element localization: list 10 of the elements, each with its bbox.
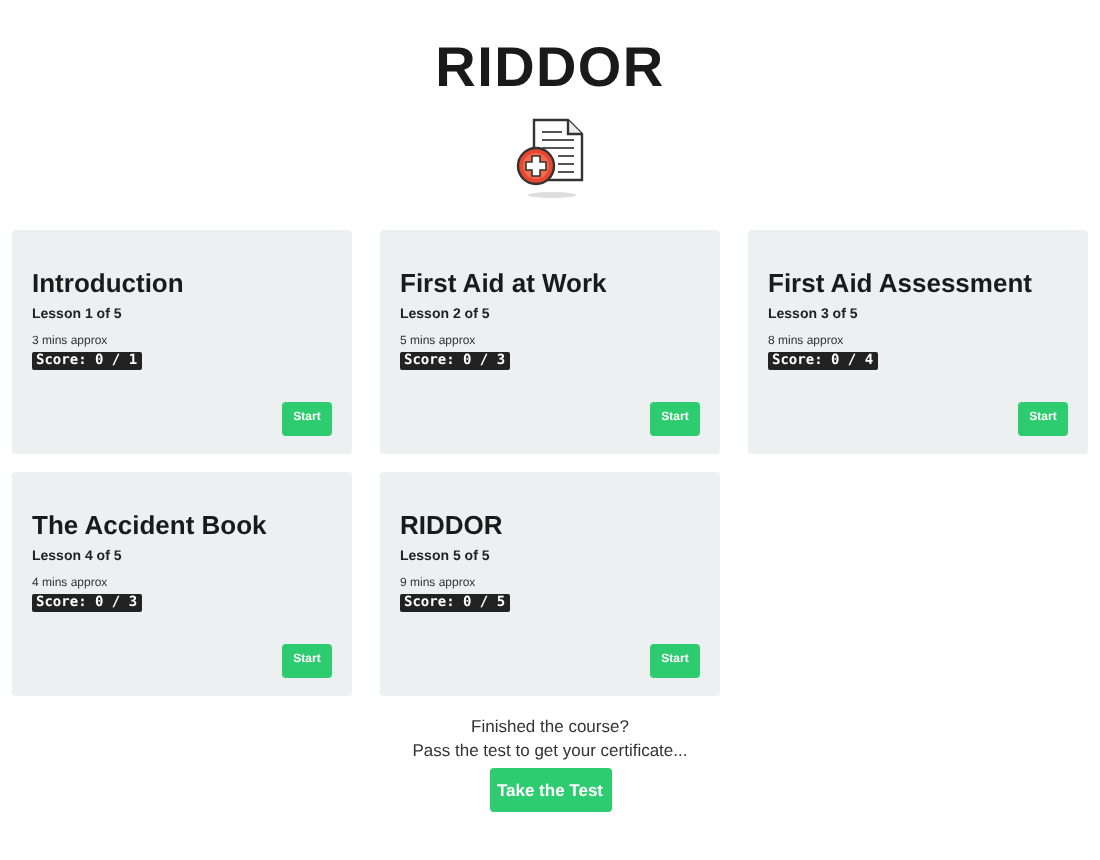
footer-prompt: Pass the test to get your certificate... [412,738,688,762]
lesson-title: RIDDOR [400,510,505,542]
footer-question: Finished the course? [471,714,629,738]
lesson-title: The Accident Book [32,510,269,542]
lesson-title: First Aid at Work [400,268,609,300]
take-test-button[interactable]: Take the Test [489,768,611,812]
lesson-title: First Aid Assessment [768,268,1034,300]
lesson-title: Introduction [32,268,186,300]
medical-document-icon [514,116,586,200]
page-title: RIDDOR [435,36,665,100]
